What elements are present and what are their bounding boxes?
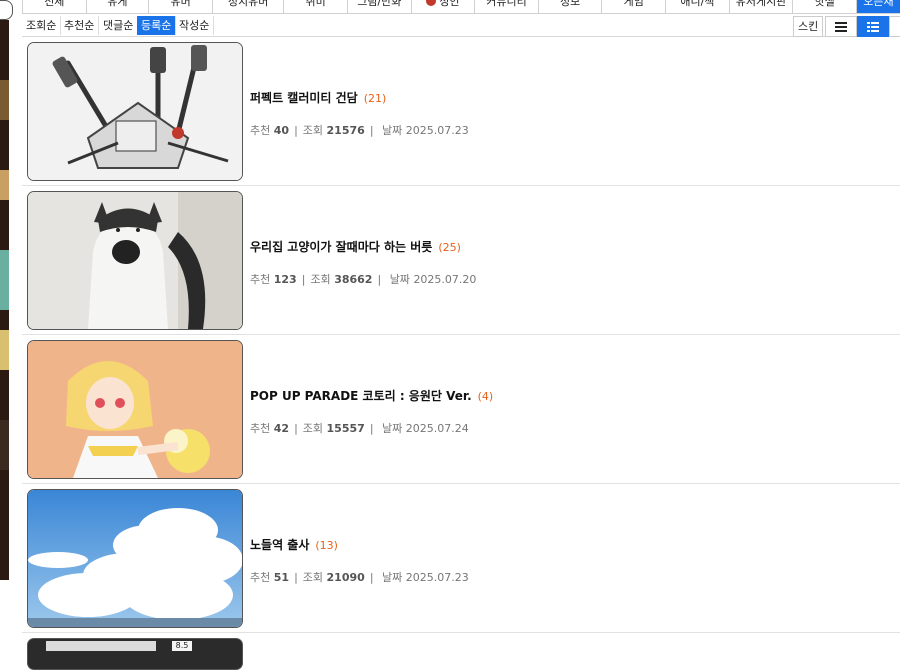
post-meta: 추천 40 | 조회 21576 | 날짜 2025.07.23 [250, 124, 469, 137]
view-count: 21576 [326, 124, 365, 137]
adult-badge-icon [426, 0, 437, 6]
tab-user-board[interactable]: 유저게시판 [729, 0, 794, 13]
tab-hotsale[interactable]: 핫셀 [793, 0, 857, 13]
tab-all[interactable]: 전체 [23, 0, 87, 13]
comment-count: (4) [477, 390, 494, 403]
post-list: 퍼펙트 캘러미티 건담 (21) 추천 40 | 조회 21576 | 날짜 2025.… [22, 37, 900, 670]
post-title[interactable]: POP UP PARADE 코토리 : 응원단 Ver. (4) [250, 387, 493, 404]
list-view-button[interactable] [825, 16, 857, 37]
recommend-count: 42 [273, 422, 290, 435]
post-item[interactable]: 우리집 고양이가 잘때마다 하는 버릇 (25) 추천 123 | 조회 38662 |… [22, 186, 900, 335]
tab-adult[interactable]: 성인 [411, 0, 476, 13]
tab-anime-books[interactable]: 애니/책 [666, 0, 730, 13]
post-thumbnail-sky[interactable] [27, 489, 243, 628]
comment-count: (21) [363, 92, 387, 105]
post-date: 2025.07.24 [405, 422, 469, 435]
thumbnail-list-view-button[interactable] [857, 16, 889, 37]
post-meta: 추천 42 | 조회 15557 | 날짜 2025.07.24 [250, 422, 469, 435]
tab-humor[interactable]: 유머 [149, 0, 213, 13]
skin-button[interactable]: 스킨 [793, 16, 824, 37]
category-nav: 전체 유게 유머 정치유머 취미 그림/만화 성인 커뮤니티 정보 게임 애니/… [22, 0, 900, 14]
recommend-count: 40 [273, 124, 290, 137]
post-item[interactable]: 노들역 출사 (13) 추천 51 | 조회 21090 | 날짜 2025.07.23 [22, 484, 900, 633]
tab-info[interactable]: 정보 [538, 0, 603, 13]
tab-community[interactable]: 커뮤니티 [475, 0, 539, 13]
tab-political-humor[interactable]: 정치유머 [212, 0, 285, 13]
sort-by-registered[interactable]: 등록순 [137, 16, 177, 35]
sort-bar: 조회순 추천순 댓글순 등록순 작성순 스킨 [22, 15, 900, 37]
left-panel-edge [0, 0, 13, 20]
post-title[interactable]: 노들역 출사 (13) [250, 536, 338, 553]
post-date: 2025.07.20 [413, 273, 477, 286]
tab-art-comics[interactable]: 그림/만화 [347, 0, 412, 13]
tab-game[interactable]: 게임 [602, 0, 667, 13]
post-title[interactable]: 퍼펙트 캘러미티 건담 (21) [250, 89, 386, 106]
comment-count: (25) [438, 241, 461, 254]
post-item[interactable]: POP UP PARADE 코토리 : 응원단 Ver. (4) 추천 42 | 조회… [22, 335, 900, 484]
recommend-count: 123 [273, 273, 297, 286]
sort-by-recommend[interactable]: 추천순 [60, 16, 100, 35]
tab-yuge[interactable]: 유게 [86, 0, 150, 13]
thumbnail-list-icon [867, 21, 879, 32]
gallery-view-button[interactable] [889, 16, 900, 37]
post-thumbnail-figure[interactable] [27, 340, 243, 479]
tab-open-chat[interactable]: 오픈채 [856, 0, 900, 13]
post-meta: 추천 123 | 조회 38662 | 날짜 2025.07.20 [250, 273, 477, 286]
comment-count: (13) [315, 539, 338, 552]
view-count: 38662 [334, 273, 373, 286]
sort-by-views[interactable]: 조회순 [22, 16, 62, 35]
post-meta: 추천 51 | 조회 21090 | 날짜 2025.07.23 [250, 571, 469, 584]
post-thumbnail-cat[interactable] [27, 191, 243, 330]
recommend-count: 51 [273, 571, 290, 584]
left-side-image-strip [0, 20, 9, 580]
post-item[interactable]: 8.5 [22, 633, 900, 670]
post-item[interactable]: 퍼펙트 캘러미티 건담 (21) 추천 40 | 조회 21576 | 날짜 2025.… [22, 37, 900, 186]
post-date: 2025.07.23 [405, 571, 469, 584]
post-date: 2025.07.23 [405, 124, 469, 137]
list-view-icon [835, 21, 847, 32]
view-count: 21090 [326, 571, 365, 584]
view-count: 15557 [326, 422, 365, 435]
tab-hobby[interactable]: 취미 [284, 0, 348, 13]
post-thumbnail-mecha[interactable] [27, 42, 243, 181]
sort-by-comments[interactable]: 댓글순 [99, 16, 139, 35]
sort-by-author[interactable]: 작성순 [175, 16, 215, 35]
post-title[interactable]: 우리집 고양이가 잘때마다 하는 버릇 (25) [250, 238, 461, 255]
post-thumbnail-card[interactable]: 8.5 [27, 638, 243, 670]
